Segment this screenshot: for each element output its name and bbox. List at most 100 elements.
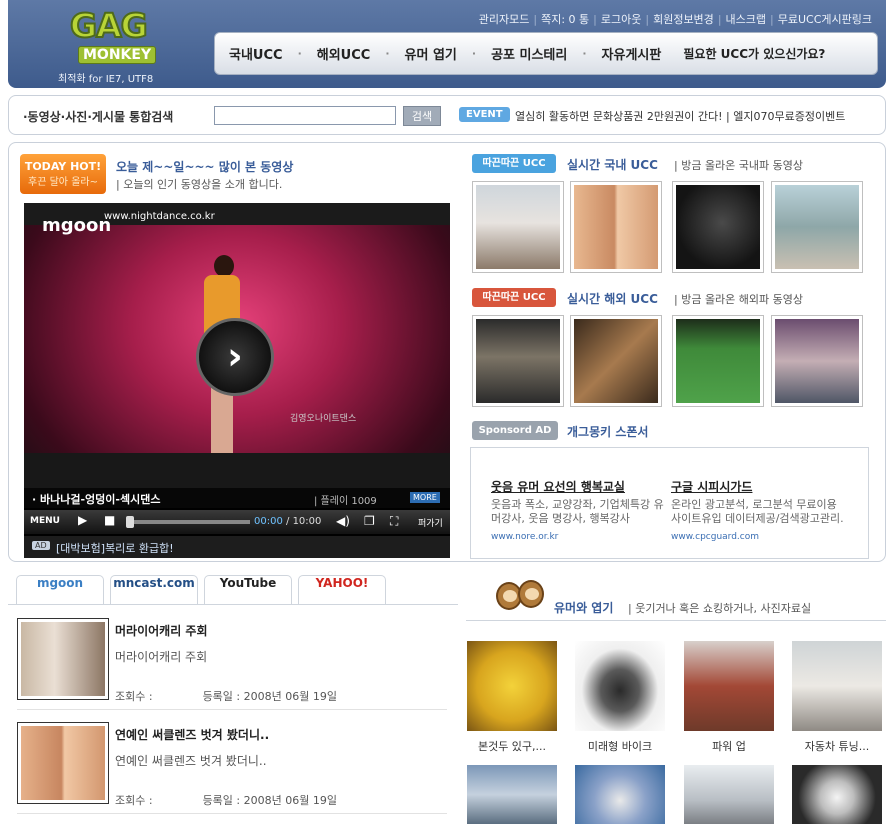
video-overlay-caption: 김영오나이트댄스 (290, 414, 357, 424)
tab-yahoo[interactable]: YAHOO! (298, 575, 386, 604)
domestic-thumb-1[interactable] (472, 181, 564, 273)
list-meta: 조회수 : 등록일 : 2008년 06월 19일 (115, 792, 337, 808)
sponsor-ad-url[interactable]: www.nore.or.kr (491, 532, 669, 542)
event-badge[interactable]: EVENT (459, 107, 510, 122)
seek-handle[interactable] (126, 516, 134, 528)
nav-horror-mystery[interactable]: 공포 미스테리 (491, 44, 567, 63)
more-button[interactable]: MORE (410, 492, 440, 503)
list-title[interactable]: 머라이어캐리 주회 (115, 622, 208, 639)
humor-divider (466, 620, 886, 621)
humor-caption[interactable]: 미래형 바이크 (570, 738, 670, 754)
overseas-thumb-3[interactable] (672, 315, 764, 407)
logo-gag: GAG (69, 5, 149, 46)
sponsor-ad-title[interactable]: 웃음 유머 요선의 행복교실 (491, 478, 669, 495)
today-hot-title[interactable]: 오늘 제~~일~~~ 많이 본 동영상 (116, 158, 293, 175)
event-text[interactable]: 열심히 활동하면 문화상품권 2만원권이 간다! | 엘지070무료증정이벤트 (515, 108, 845, 124)
nav-overseas-ucc[interactable]: 해외UCC (317, 44, 371, 63)
list-date: 등록일 : 2008년 06월 19일 (202, 690, 337, 703)
domestic-ucc-subtitle: | 방금 올라온 국내파 동영상 (674, 159, 804, 172)
play-icon[interactable]: › (196, 318, 274, 396)
time-total: / 10:00 (286, 516, 322, 527)
list-title[interactable]: 연예인 써클렌즈 벗겨 봤더니.. (115, 726, 269, 743)
message-link[interactable]: 쪽지: 0 통 (541, 13, 589, 26)
humor-thumb-5[interactable] (467, 765, 557, 824)
list-item[interactable]: 연예인 써클렌즈 벗겨 봤더니.. 연예인 써클렌즈 벗겨 봤더니.. 조회수 … (17, 722, 447, 814)
sponsor-box: 웃음 유머 요선의 행복교실 웃음과 폭소, 교양강좌, 기업체특강 유머강사,… (470, 447, 869, 559)
today-hot-sublabel: 후끈 달아 올라~ (28, 177, 98, 188)
video-frame[interactable]: www.nightdance.co.kr mgoon 김영오나이트댄스 › · … (24, 203, 450, 508)
time-display: 00:00 / 10:00 (254, 516, 321, 527)
sponsor-ad-2[interactable]: 구글 시피시가드 온라인 광고분석, 로그분석 무료이용 사이트유입 데이터제공… (671, 478, 847, 542)
logout-link[interactable]: 로그아웃 (601, 13, 641, 26)
humor-thumb-4[interactable] (792, 641, 882, 731)
video-player[interactable]: www.nightdance.co.kr mgoon 김영오나이트댄스 › · … (24, 203, 450, 558)
nav-dot: · (582, 47, 587, 60)
my-scrap-link[interactable]: 내스크랩 (726, 13, 766, 26)
edit-profile-link[interactable]: 회원정보변경 (653, 13, 714, 26)
humor-thumb-1[interactable] (467, 641, 557, 731)
embed-button[interactable]: 퍼가기 (418, 516, 443, 529)
free-ucc-board-link[interactable]: 무료UCC게시판링크 (778, 13, 872, 26)
sponsor-ad-1[interactable]: 웃음 유머 요선의 행복교실 웃음과 폭소, 교양강좌, 기업체특강 유머강사,… (491, 478, 669, 542)
search-button[interactable]: 검색 (403, 106, 441, 126)
ad-tag: AD (32, 541, 50, 550)
nav-dot: · (385, 47, 390, 60)
sponsor-title: 개그몽키 스폰서 (567, 425, 649, 439)
nav-request-ucc[interactable]: 필요한 UCC가 있으신가요? (683, 45, 825, 62)
humor-thumb-6[interactable] (575, 765, 665, 824)
domestic-thumb-2[interactable] (570, 181, 662, 273)
site-header: GAG MONKEY 최적화 for IE7, UTF8 관리자모드 | 쪽지: 0… (8, 0, 886, 88)
humor-thumb-8[interactable] (792, 765, 882, 824)
overseas-ucc-title[interactable]: 실시간 해외 UCC (567, 290, 658, 307)
sponsor-ad-title[interactable]: 구글 시피시가드 (671, 478, 847, 495)
humor-caption[interactable]: 본것두 있구,... (462, 738, 562, 754)
utility-links: 관리자모드 | 쪽지: 0 통 | 로그아웃 | 회원정보변경 | 내스크랩 | 무료UCC게시판링… (479, 11, 872, 27)
separator: | (717, 13, 722, 26)
nav-domestic-ucc[interactable]: 국내UCC (229, 44, 283, 63)
player-ad-line: AD [대박보험]복리로 환급합! (24, 536, 450, 558)
overseas-thumb-4[interactable] (771, 315, 863, 407)
ad-link[interactable]: [대박보험]복리로 환급합! (56, 540, 174, 556)
domestic-thumb-4[interactable] (771, 181, 863, 273)
nav-dot: · (471, 47, 477, 60)
today-hot-subtitle: | 오늘의 인기 동영상을 소개 합니다. (116, 178, 283, 191)
video-title[interactable]: · 바나나걸-엉덩이-섹시댄스 (32, 491, 160, 507)
menu-button[interactable]: MENU (30, 516, 60, 526)
list-thumb[interactable] (17, 618, 109, 700)
tab-mgoon[interactable]: mgoon (16, 575, 104, 604)
overseas-thumb-2[interactable] (570, 315, 662, 407)
domestic-thumb-3[interactable] (672, 181, 764, 273)
list-item[interactable]: 머라이어캐리 주회 머라이어캐리 주회 조회수 : 등록일 : 2008년 06월… (17, 618, 447, 710)
volume-icon[interactable]: ◀) (336, 514, 350, 528)
humor-caption[interactable]: 파워 업 (679, 738, 779, 754)
humor-thumb-3[interactable] (684, 641, 774, 731)
humor-thumb-2[interactable] (575, 641, 665, 731)
overseas-thumb-1[interactable] (472, 315, 564, 407)
tab-divider (8, 604, 458, 605)
today-hot-label: TODAY HOT! (24, 160, 102, 173)
window-mode-icon[interactable]: ❐ (364, 514, 375, 528)
humor-thumb-7[interactable] (684, 765, 774, 824)
domestic-ucc-title[interactable]: 실시간 국내 UCC (567, 156, 658, 173)
overseas-ucc-badge: 따끈따끈 UCC (472, 288, 556, 307)
video-title-bar: · 바나나걸-엉덩이-섹시댄스 | 플레이 1009 MORE (24, 488, 450, 508)
admin-mode-link[interactable]: 관리자모드 (479, 13, 530, 26)
tab-youtube[interactable]: YouTube (204, 575, 292, 604)
nav-free-board[interactable]: 자유게시판 (602, 44, 662, 63)
monkey-icon (496, 576, 546, 618)
separator: | (645, 13, 650, 26)
humor-subtitle: | 웃기거나 혹은 쇼킹하거나, 사진자료실 (628, 602, 812, 615)
sponsor-ad-desc: 온라인 광고분석, 로그분석 무료이용 사이트유입 데이터제공/검색광고관리. (671, 498, 844, 525)
stop-icon[interactable]: ■ (104, 513, 115, 527)
site-logo[interactable]: GAG MONKEY (64, 5, 164, 66)
tab-mncast[interactable]: mncast.com (110, 575, 198, 604)
fullscreen-icon[interactable]: ⛶ (390, 514, 398, 529)
nav-humor[interactable]: 유머 엽기 (405, 44, 457, 63)
humor-caption[interactable]: 자동차 튜닝... (787, 738, 887, 754)
sponsor-ad-url[interactable]: www.cpcguard.com (671, 532, 847, 542)
seek-bar[interactable] (126, 516, 250, 528)
search-input[interactable] (214, 106, 396, 125)
list-thumb[interactable] (17, 722, 109, 804)
humor-title[interactable]: 유머와 엽기 (554, 599, 613, 616)
play-small-icon[interactable]: ▶ (78, 513, 87, 527)
